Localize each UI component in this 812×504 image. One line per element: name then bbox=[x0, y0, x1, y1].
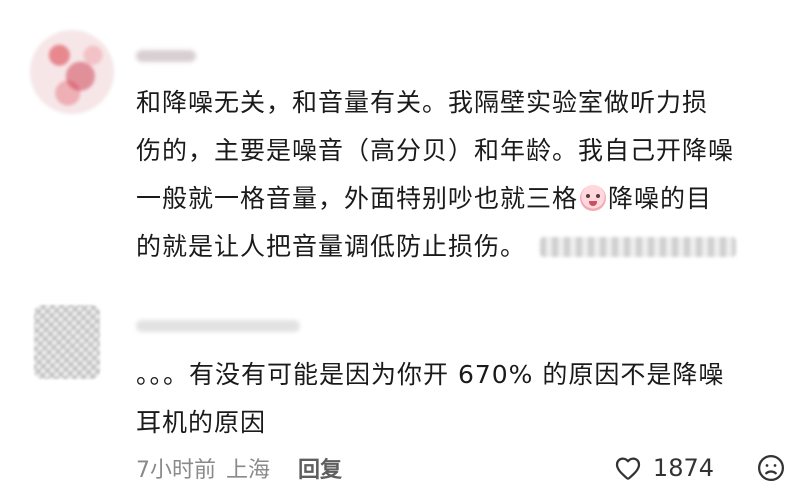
timestamp: 7小时前 bbox=[136, 458, 216, 483]
sad-face-icon[interactable] bbox=[756, 453, 786, 483]
avatar[interactable] bbox=[34, 305, 100, 379]
avatar[interactable] bbox=[30, 30, 114, 114]
comment-meta: 7小时前 上海 回复 1874 bbox=[136, 448, 786, 488]
heart-outline-icon bbox=[615, 457, 641, 480]
comment-line-part: 的就是让人把音量调低防止损伤。 bbox=[136, 232, 527, 261]
location: 上海 bbox=[226, 458, 271, 483]
comment-line: 耳机的原因 bbox=[136, 408, 267, 437]
like-button[interactable]: 1874 bbox=[613, 453, 714, 483]
comment-line: 。。。有没有可能是因为你开 670% 的原因不是降噪 bbox=[136, 360, 725, 389]
comment-line: 和降噪无关，和音量有关。我隔壁实验室做听力损 bbox=[136, 88, 709, 117]
redacted-sticker bbox=[540, 237, 737, 257]
comment-line-part: 一般就一格音量，外面特别吵也就三格 bbox=[136, 184, 579, 213]
comment-line: 伤的，主要是噪音（高分贝）和年龄。我自己开降噪 bbox=[136, 136, 735, 165]
reply-button[interactable]: 回复 bbox=[298, 452, 342, 484]
comment-line: 一般就一格音量，外面特别吵也就三格 降噪的目 bbox=[136, 175, 776, 223]
comment-text: 。。。有没有可能是因为你开 670% 的原因不是降噪 耳机的原因 bbox=[136, 351, 776, 447]
crying-emoji-icon bbox=[580, 185, 607, 211]
comment-line: 的就是让人把音量调低防止损伤。 bbox=[136, 223, 776, 271]
like-count: 1874 bbox=[652, 454, 714, 482]
comment-line-part: 降噪的目 bbox=[608, 184, 713, 213]
username-redacted[interactable] bbox=[136, 320, 300, 332]
comment-text: 和降噪无关，和音量有关。我隔壁实验室做听力损 伤的，主要是噪音（高分贝）和年龄。… bbox=[136, 79, 776, 271]
username-redacted[interactable] bbox=[136, 50, 196, 62]
